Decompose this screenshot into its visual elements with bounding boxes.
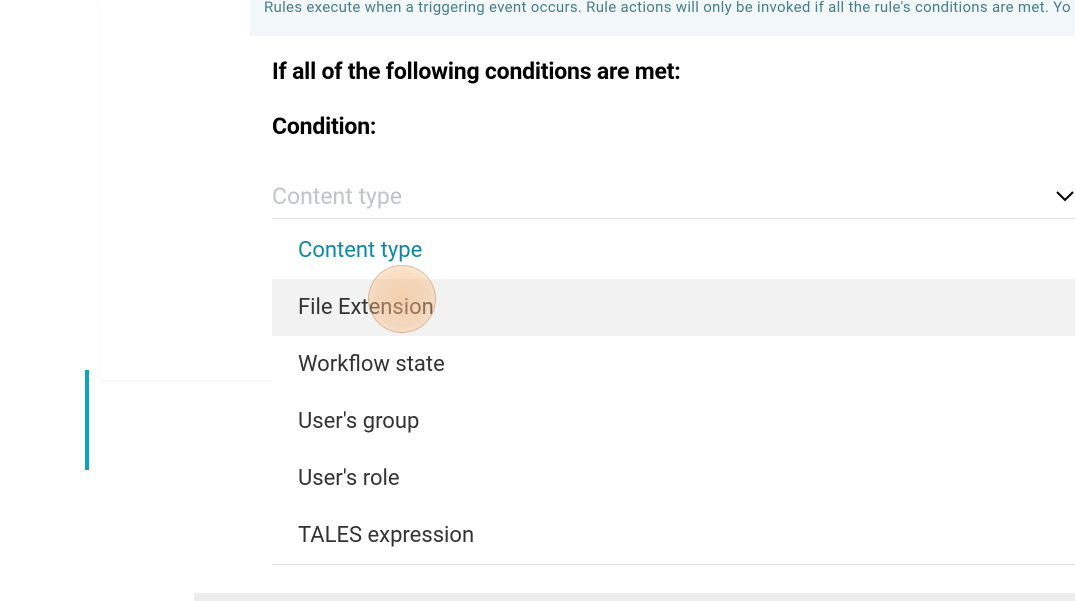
option-label: Content type xyxy=(298,238,422,263)
condition-type-options: Content type File Extension Workflow sta… xyxy=(272,222,1075,565)
option-label: File Extension xyxy=(298,295,434,320)
chevron-down-icon xyxy=(1055,187,1075,207)
option-label: User's role xyxy=(298,466,400,491)
option-tales-expression[interactable]: TALES expression xyxy=(272,507,1075,564)
option-label: Workflow state xyxy=(298,352,445,377)
condition-label: Condition: xyxy=(272,113,376,140)
info-banner: Rules execute when a triggering event oc… xyxy=(250,0,1075,36)
option-workflow-state[interactable]: Workflow state xyxy=(272,336,1075,393)
option-file-extension[interactable]: File Extension xyxy=(272,279,1075,336)
option-users-role[interactable]: User's role xyxy=(272,450,1075,507)
dropdown-selected-value: Content type xyxy=(272,183,402,210)
bottom-divider xyxy=(194,593,1075,601)
option-label: TALES expression xyxy=(298,523,474,548)
sidebar-area xyxy=(0,0,100,601)
sidebar-indicator xyxy=(85,370,89,470)
conditions-heading: If all of the following conditions are m… xyxy=(272,58,681,85)
info-banner-text: Rules execute when a triggering event oc… xyxy=(264,0,1071,15)
option-users-group[interactable]: User's group xyxy=(272,393,1075,450)
condition-type-dropdown[interactable]: Content type xyxy=(272,175,1075,219)
option-label: User's group xyxy=(298,409,419,434)
option-content-type[interactable]: Content type xyxy=(272,222,1075,279)
